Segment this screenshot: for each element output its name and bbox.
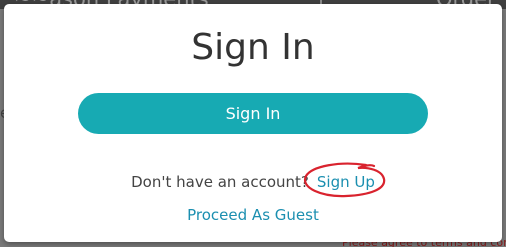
no-account-text: Don't have an account? [131, 173, 309, 191]
proceed-as-guest-link[interactable]: Proceed As Guest [4, 205, 502, 225]
sign-in-button[interactable]: Sign In [78, 93, 428, 134]
sign-up-link[interactable]: Sign Up [317, 173, 375, 191]
modal-title: Sign In [191, 27, 315, 68]
sign-in-modal: Sign In Sign In Don't have an account? Si… [4, 4, 502, 242]
signup-row: Don't have an account? Sign Up [4, 172, 502, 192]
